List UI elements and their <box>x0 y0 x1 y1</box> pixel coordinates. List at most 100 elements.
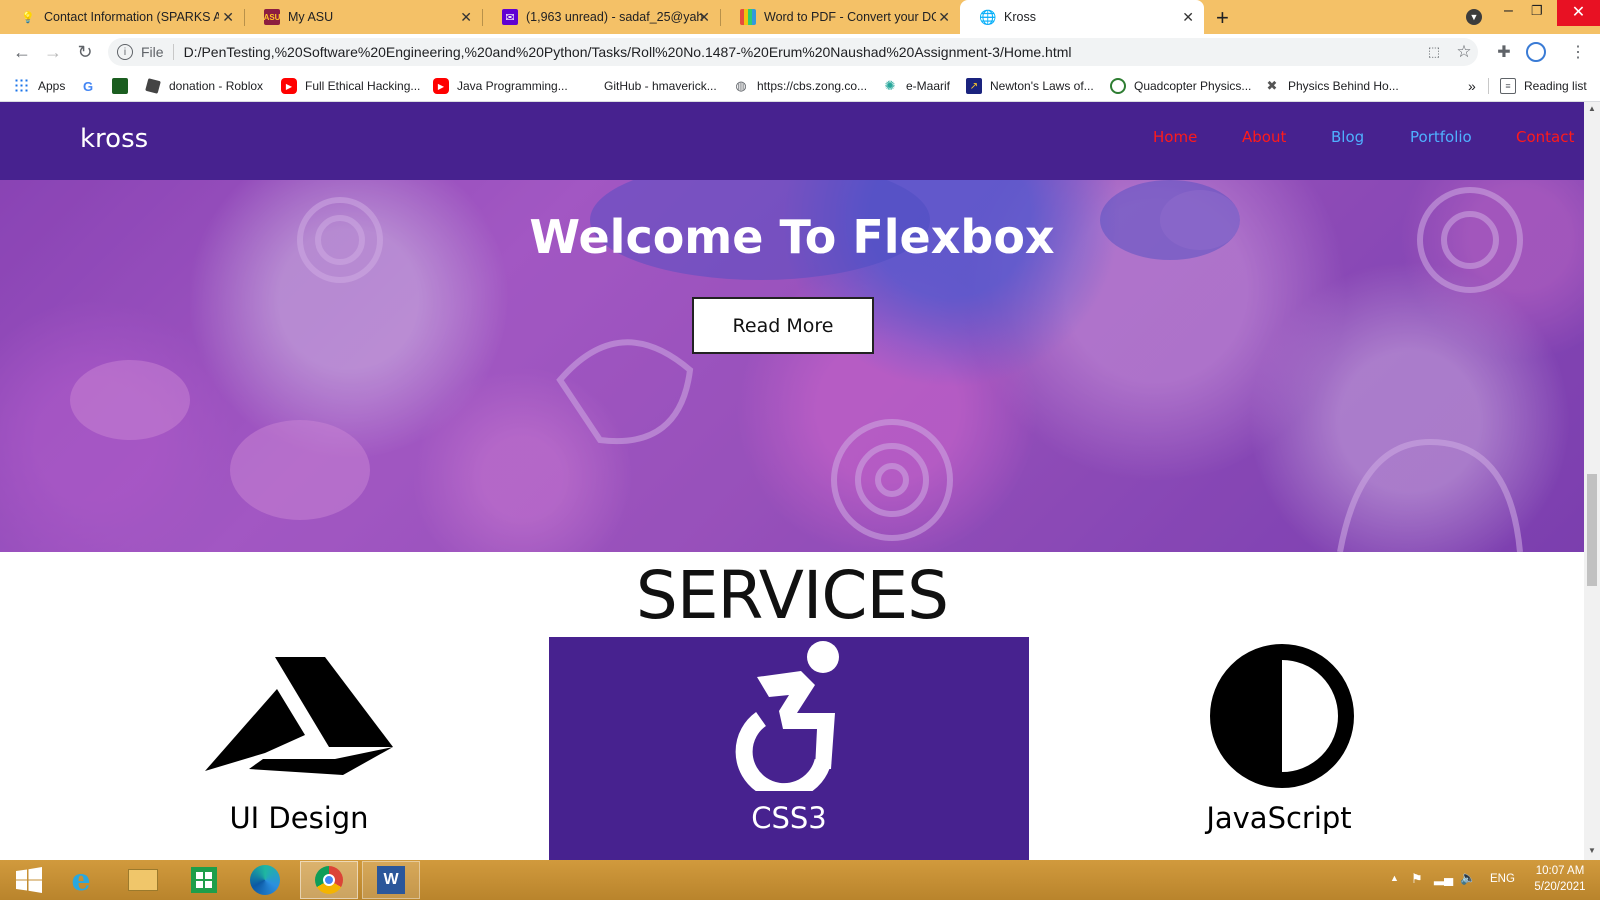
network-error-icon[interactable]: ⚑ <box>1411 871 1423 887</box>
gear-icon: ✺ <box>884 78 896 93</box>
browser-toolbar: ← → ↻ i File D:/PenTesting,%20Software%2… <box>0 34 1600 70</box>
service-label: CSS3 <box>751 801 827 835</box>
mail-icon: ✉ <box>502 9 518 25</box>
service-label: UI Design <box>229 801 369 835</box>
word-icon[interactable]: W <box>362 861 420 899</box>
green-circle-icon <box>1110 78 1126 94</box>
scrollbar-thumb[interactable] <box>1587 474 1597 586</box>
site-navbar: kross Home About Blog Portfolio Contact <box>0 102 1584 180</box>
google-icon: G <box>82 78 94 94</box>
address-bar[interactable]: i File D:/PenTesting,%20Software%20Engin… <box>108 38 1478 66</box>
nav-portfolio[interactable]: Portfolio <box>1410 128 1472 146</box>
bookmark-e-maarif[interactable]: ✺ e-Maarif <box>882 76 950 96</box>
close-tab-icon[interactable]: ✕ <box>1182 9 1194 26</box>
bookmark-java-programming[interactable]: ▶ Java Programming... <box>433 76 568 96</box>
bookmark-ethical-hacking[interactable]: ▶ Full Ethical Hacking... <box>281 76 420 96</box>
file-explorer-icon[interactable] <box>114 861 172 899</box>
clock-date[interactable]: 5/20/2021 <box>1528 881 1592 893</box>
windows-start-icon[interactable] <box>0 861 58 899</box>
menu-kebab-icon[interactable]: ⋮ <box>1566 40 1590 64</box>
omnibox-divider <box>172 44 174 60</box>
tab-word-to-pdf[interactable]: Word to PDF - Convert your DOC ✕ <box>720 0 960 34</box>
minimize-icon[interactable]: – <box>1504 2 1513 20</box>
service-card-ui-design[interactable]: UI Design <box>59 637 539 860</box>
forward-icon[interactable]: → <box>41 40 65 64</box>
window-close-icon[interactable]: ✕ <box>1557 0 1600 26</box>
bookmark-apps[interactable]: Apps <box>14 76 65 96</box>
service-card-javascript[interactable]: JavaScript <box>1039 637 1519 860</box>
green-square-icon <box>112 78 128 94</box>
bookmark-zong[interactable]: ◍ https://cbs.zong.co... <box>733 76 867 96</box>
hero-title: Welcome To Flexbox <box>529 210 1055 264</box>
close-tab-icon[interactable]: ✕ <box>460 9 472 26</box>
tab-kross[interactable]: 🌐 Kross ✕ <box>960 0 1204 34</box>
clock-time[interactable]: 10:07 AM <box>1528 865 1592 877</box>
profile-avatar[interactable] <box>1526 42 1546 62</box>
web-page: kross Home About Blog Portfolio Contact <box>0 102 1584 860</box>
nav-blog[interactable]: Blog <box>1331 128 1364 146</box>
store-icon[interactable] <box>175 861 233 899</box>
chrome-icon[interactable] <box>300 861 358 899</box>
reading-list-icon: ≡ <box>1500 78 1516 94</box>
more-bookmarks-icon[interactable]: » <box>1468 76 1476 96</box>
globe-icon: 🌐 <box>979 8 997 25</box>
bookmark-roblox[interactable]: donation - Roblox <box>145 76 263 96</box>
edge-icon[interactable] <box>236 861 294 899</box>
roblox-icon <box>145 78 161 94</box>
globe-icon: ◍ <box>735 78 747 93</box>
tab-yahoo-mail[interactable]: ✉ (1,963 unread) - sadaf_25@yahoo ✕ <box>482 0 720 34</box>
signal-icon[interactable]: ▂▄ <box>1434 870 1453 886</box>
close-tab-icon[interactable]: ✕ <box>222 9 234 26</box>
internet-explorer-icon[interactable]: e <box>52 861 110 899</box>
back-icon[interactable]: ← <box>10 40 34 64</box>
accessibility-icon <box>735 641 839 791</box>
close-tab-icon[interactable]: ✕ <box>698 9 710 26</box>
tab-search-icon[interactable]: ▼ <box>1466 9 1482 25</box>
tab-my-asu[interactable]: ASU My ASU ✕ <box>244 0 482 34</box>
language-indicator[interactable]: ENG <box>1490 873 1515 885</box>
read-more-button[interactable]: Read More <box>692 297 874 354</box>
design-icon <box>205 657 393 775</box>
newton-icon: ↗ <box>966 78 982 94</box>
bookmark-quadcopter[interactable]: Quadcopter Physics... <box>1110 76 1251 96</box>
service-card-css3[interactable]: CSS3 <box>549 637 1029 860</box>
tab-contact-information[interactable]: 💡 Contact Information (SPARKS Ass ✕ <box>0 0 244 34</box>
bookmark-divider <box>1488 78 1489 94</box>
bookmark-google[interactable]: G <box>80 76 104 96</box>
hero-banner: Welcome To Flexbox Read More <box>0 180 1584 552</box>
services-heading: SERVICES <box>635 557 949 634</box>
drone-icon: ✖ <box>1266 78 1278 93</box>
site-logo[interactable]: kross <box>80 124 148 154</box>
page-scrollbar[interactable]: ▲ ▼ <box>1584 102 1600 860</box>
bookmarks-bar: Apps G donation - Roblox ▶ Full Ethical … <box>0 70 1600 102</box>
contrast-icon <box>1210 644 1354 788</box>
bookmark-physics-behind[interactable]: ✖ Physics Behind Ho... <box>1264 76 1399 96</box>
colorful-grid-icon <box>740 9 756 25</box>
nav-about[interactable]: About <box>1242 128 1286 146</box>
bookmark-newtons-laws[interactable]: ↗ Newton's Laws of... <box>966 76 1094 96</box>
tab-strip: 💡 Contact Information (SPARKS Ass ✕ ASU … <box>0 0 1600 34</box>
extensions-icon[interactable]: ✚ <box>1492 40 1516 64</box>
scheme-label: File <box>141 44 164 60</box>
tray-overflow-icon[interactable]: ▲ <box>1390 873 1399 883</box>
service-label: JavaScript <box>1206 801 1352 835</box>
bookmark-star-icon[interactable]: ☆ <box>1452 40 1476 64</box>
bookmark-github[interactable]: GitHub - hmaverick... <box>604 76 717 96</box>
restore-icon[interactable]: ❐ <box>1531 3 1543 19</box>
reload-icon[interactable]: ↻ <box>73 40 97 64</box>
url-text: D:/PenTesting,%20Software%20Engineering,… <box>183 44 1072 60</box>
new-tab-icon[interactable]: + <box>1216 5 1229 31</box>
volume-icon[interactable]: 🔈 <box>1460 870 1476 886</box>
close-tab-icon[interactable]: ✕ <box>938 9 950 26</box>
translate-icon[interactable]: ⬚ <box>1422 40 1446 64</box>
asu-icon: ASU <box>264 9 280 25</box>
nav-contact[interactable]: Contact <box>1516 128 1574 146</box>
scroll-up-icon[interactable]: ▲ <box>1588 104 1596 113</box>
nav-home[interactable]: Home <box>1153 128 1197 146</box>
youtube-icon: ▶ <box>281 78 297 94</box>
info-icon[interactable]: i <box>117 44 133 60</box>
apps-grid-icon <box>14 78 30 94</box>
reading-list[interactable]: ≡ Reading list <box>1500 76 1587 96</box>
bookmark-green[interactable] <box>112 76 136 96</box>
scroll-down-icon[interactable]: ▼ <box>1588 846 1596 855</box>
